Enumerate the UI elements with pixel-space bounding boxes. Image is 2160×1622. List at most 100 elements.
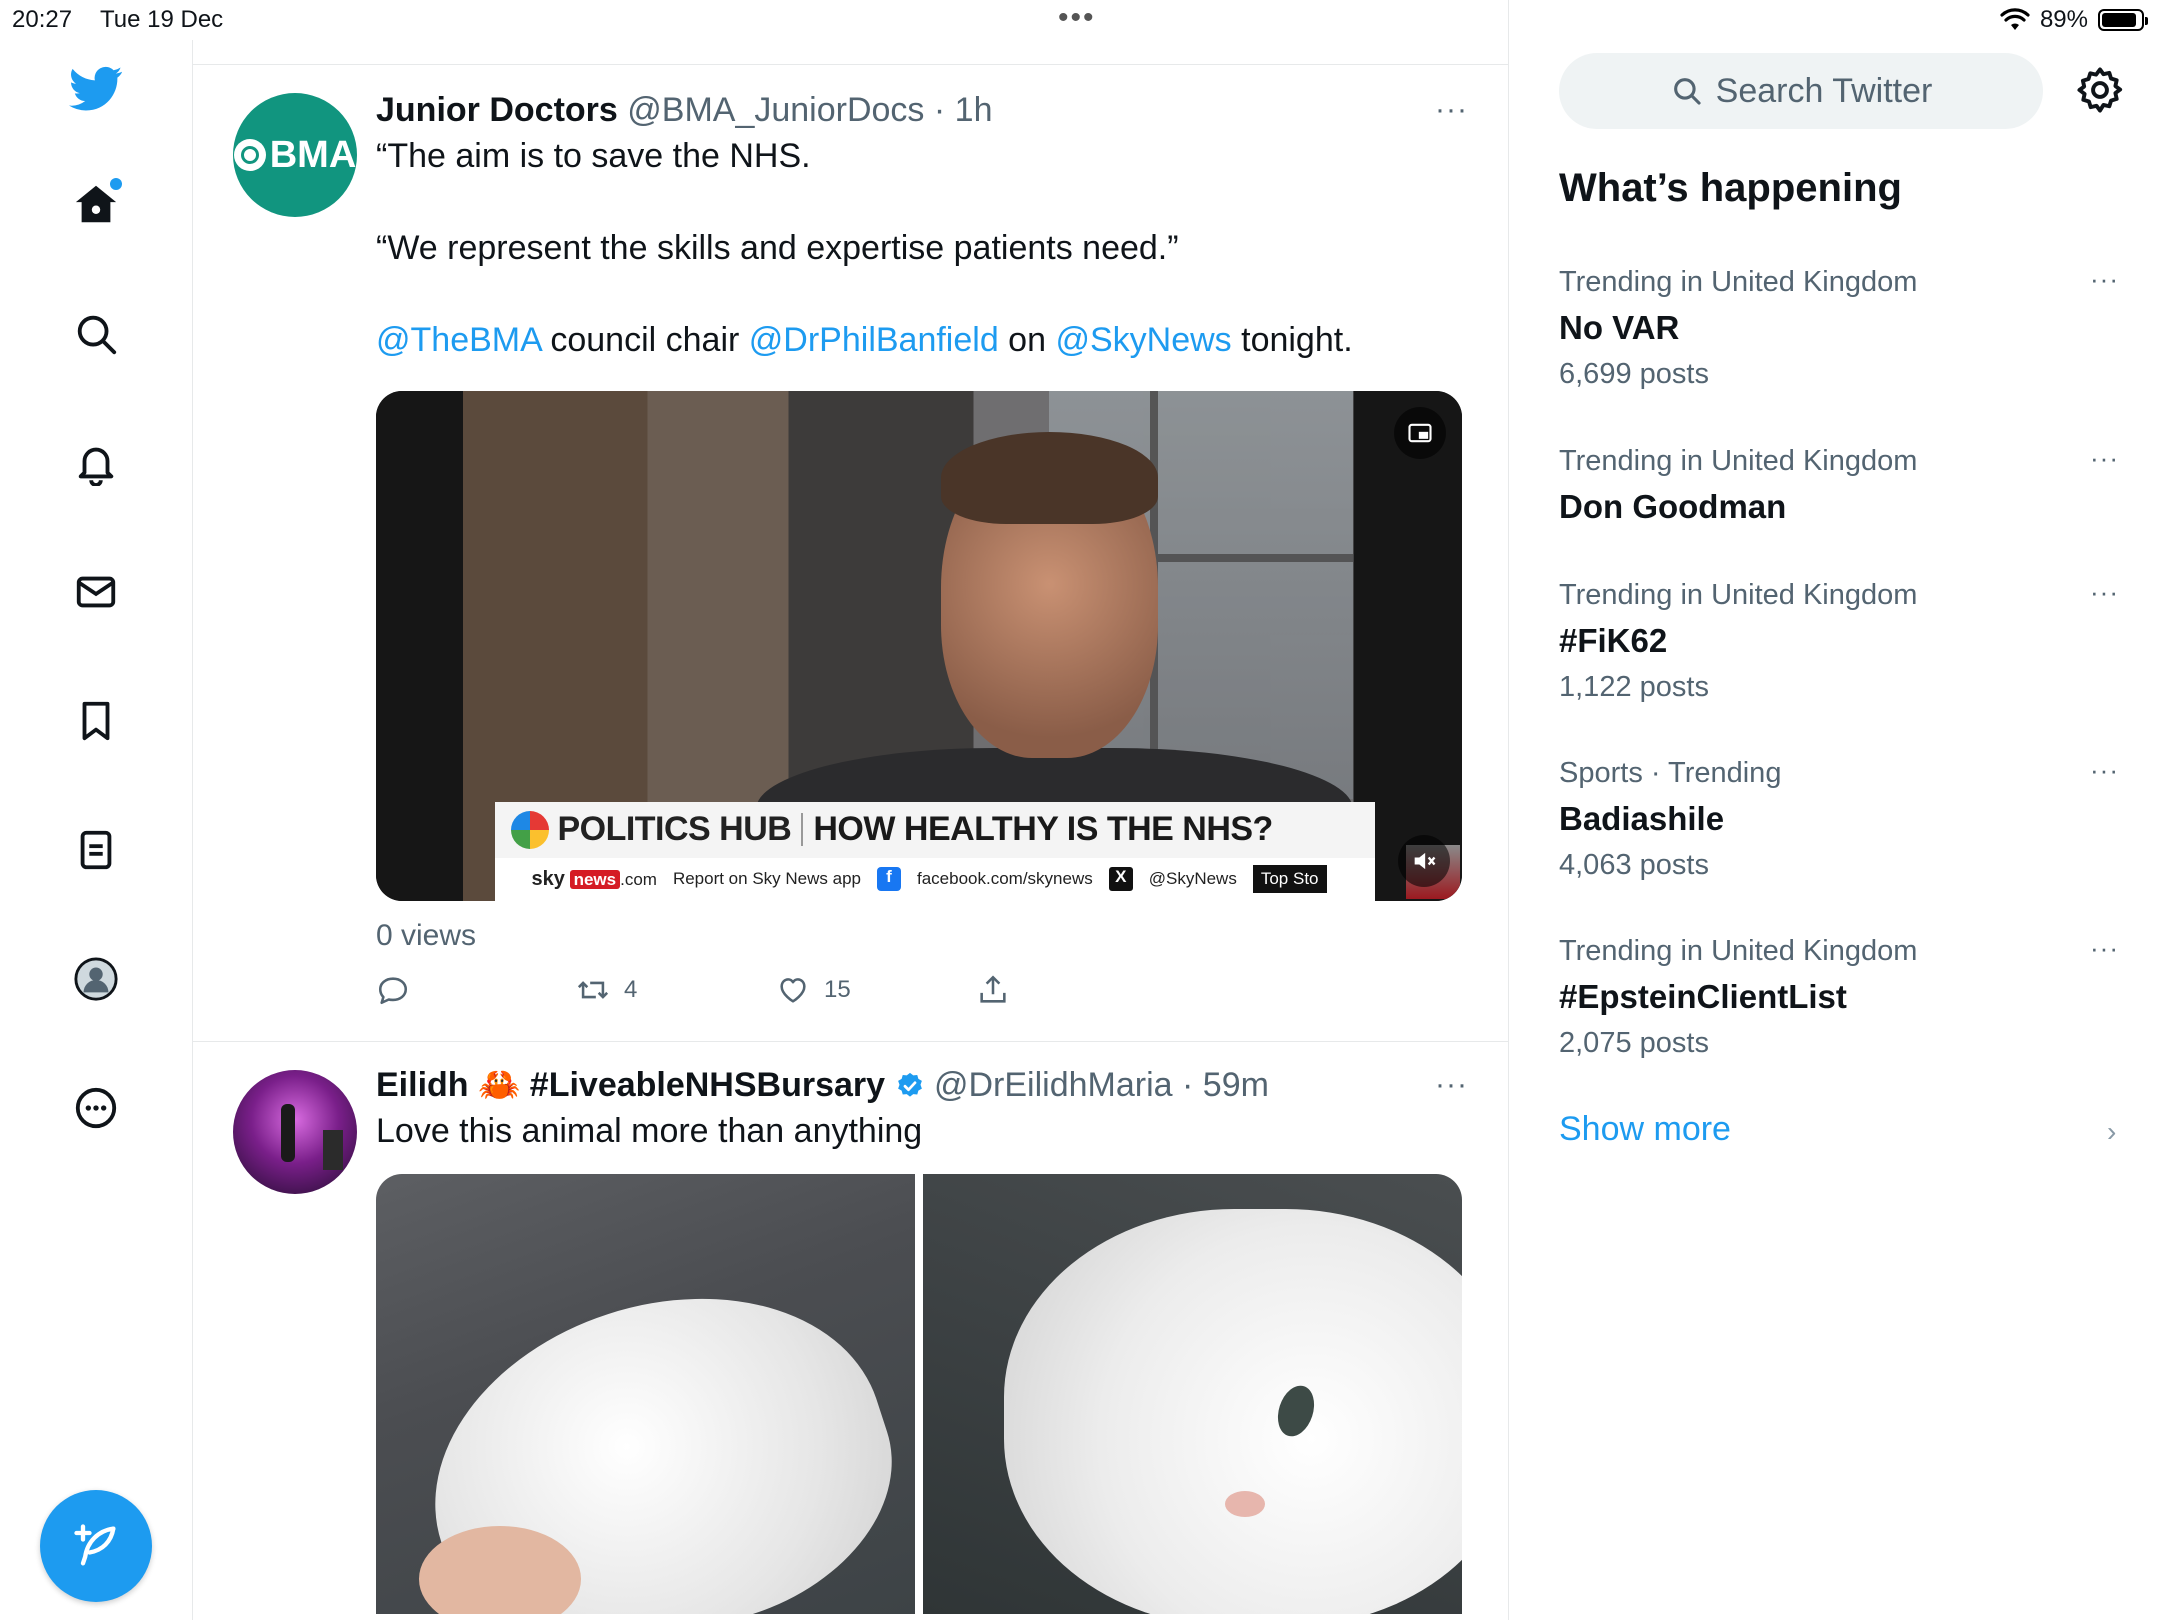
mention-link[interactable]: @DrPhilBanfield <box>749 321 999 359</box>
tweet[interactable]: BMA Junior Doctors @BMA_JuniorDocs · 1h … <box>193 65 1508 1042</box>
show-more-link[interactable]: Show more <box>1559 1110 1731 1149</box>
share-button[interactable] <box>976 973 1176 1007</box>
tweet-photo[interactable] <box>923 1174 1462 1614</box>
bma-seal-icon <box>233 139 266 171</box>
avatar[interactable]: BMA <box>233 93 357 217</box>
search-input[interactable]: Search Twitter <box>1559 53 2043 129</box>
mention-link[interactable]: @TheBMA <box>376 321 541 359</box>
nav-notifications[interactable] <box>60 427 132 499</box>
text-span: on <box>998 321 1056 359</box>
trend-more-button[interactable]: ··· <box>2090 443 2119 474</box>
nav-profile[interactable] <box>60 943 132 1015</box>
mention-link[interactable]: @SkyNews <box>1055 321 1231 359</box>
tweet-line: “We represent the skills and expertise p… <box>376 229 1179 267</box>
nav-lists[interactable] <box>60 814 132 886</box>
video-lower-third: POLITICS HUB HOW HEALTHY IS THE NHS? <box>495 801 1376 858</box>
meta-separator: · <box>933 91 946 129</box>
heart-icon <box>780 978 806 1003</box>
compose-tweet-button[interactable] <box>40 1490 152 1602</box>
avatar[interactable] <box>233 1070 357 1194</box>
trend-title: Don Goodman <box>1559 488 1787 525</box>
trend-item[interactable]: Trending in United Kingdom #EpsteinClien… <box>1559 933 2119 1061</box>
author-name[interactable]: Junior Doctors <box>376 91 618 129</box>
tweet-more-button[interactable]: ··· <box>1435 89 1468 131</box>
picture-in-picture-button[interactable] <box>1394 407 1446 459</box>
nav-home[interactable] <box>60 168 132 240</box>
ticker-x-text: @SkyNews <box>1148 869 1237 889</box>
trend-item[interactable]: Trending in United Kingdom Don Goodman ·… <box>1559 443 2119 529</box>
trend-title: #FiK62 <box>1559 622 1668 659</box>
author-name[interactable]: Eilidh 🦀 #LiveableNHSBursary <box>376 1066 885 1104</box>
retweet-button[interactable]: 4 <box>576 973 776 1007</box>
trend-item[interactable]: Trending in United Kingdom No VAR 6,699 … <box>1559 264 2119 392</box>
view-count: 0 views <box>376 919 477 952</box>
text-span: council chair <box>540 321 749 359</box>
mute-button[interactable] <box>1398 835 1450 887</box>
whats-happening-heading: What’s happening <box>1559 166 1902 210</box>
text-span: tonight. <box>1231 321 1353 359</box>
video-person-hair <box>940 431 1158 524</box>
ticker-app-text: Report on Sky News app <box>672 869 861 889</box>
tweet-photo[interactable] <box>376 1174 915 1614</box>
gear-icon <box>2077 67 2123 113</box>
right-sidebar: Search Twitter What’s happening Trending… <box>1509 0 2160 1620</box>
profile-avatar-icon <box>74 957 118 1001</box>
twitter-logo-icon[interactable] <box>60 52 132 124</box>
search-placeholder: Search Twitter <box>1715 71 1933 110</box>
sky-news-logo: sky news .com <box>531 868 656 891</box>
photo-cat-nose <box>1224 1490 1265 1517</box>
reply-icon <box>378 977 408 1005</box>
chevron-right-icon: › <box>2107 1116 2117 1147</box>
timeline-header <box>193 0 1508 65</box>
tweet-text: Love this animal more than anything <box>376 1112 923 1150</box>
trend-item[interactable]: Trending in United Kingdom #FiK62 1,122 … <box>1559 577 2119 705</box>
sky-text: sky <box>531 867 565 890</box>
pip-icon <box>1408 423 1432 443</box>
tweet-header: Junior Doctors @BMA_JuniorDocs · 1h ··· <box>376 89 1468 131</box>
politics-hub-text: POLITICS HUB <box>557 810 792 849</box>
video-player[interactable]: POLITICS HUB HOW HEALTHY IS THE NHS? sky… <box>376 391 1462 901</box>
tweet-more-button[interactable]: ··· <box>1435 1064 1468 1106</box>
search-icon <box>1673 78 1701 105</box>
trend-more-button[interactable]: ··· <box>2090 264 2119 295</box>
nav-more[interactable] <box>60 1072 132 1144</box>
trend-item[interactable]: Sports · Trending Badiashile 4,063 posts… <box>1559 755 2119 883</box>
meta-separator: · <box>1182 1066 1194 1104</box>
retweet-icon <box>577 981 609 999</box>
reply-button[interactable] <box>376 973 576 1007</box>
photo-cat <box>1003 1209 1462 1614</box>
trend-post-count: 4,063 posts <box>1559 849 1709 881</box>
ticker-facebook-text: facebook.com/skynews <box>916 869 1093 889</box>
trend-post-count: 2,075 posts <box>1559 1027 1709 1059</box>
nav-messages[interactable] <box>60 556 132 628</box>
feather-plus-icon <box>74 1524 116 1566</box>
lists-icon <box>80 830 112 870</box>
author-handle[interactable]: @DrEilidhMaria <box>934 1066 1173 1104</box>
divider <box>801 812 804 847</box>
author-handle[interactable]: @BMA_JuniorDocs <box>627 91 924 129</box>
tweet-time[interactable]: 59m <box>1203 1066 1269 1104</box>
trend-context: Sports · Trending <box>1559 757 1782 789</box>
tweet-time[interactable]: 1h <box>955 91 993 129</box>
facebook-icon: f <box>876 867 901 892</box>
like-button[interactable]: 15 <box>776 973 976 1007</box>
trend-post-count: 6,699 posts <box>1559 358 1709 390</box>
nav-explore[interactable] <box>60 298 132 370</box>
tweet-body: Junior Doctors @BMA_JuniorDocs · 1h ··· … <box>376 89 1468 1007</box>
tweet-line: @TheBMA council chair @DrPhilBanfield on… <box>376 317 1468 363</box>
like-count: 15 <box>824 976 851 1003</box>
tweet[interactable]: Eilidh 🦀 #LiveableNHSBursary @DrEilidhMa… <box>193 1042 1508 1622</box>
avatar-logo-text: BMA <box>269 133 357 176</box>
status-time: 20:27 <box>12 6 73 33</box>
nav-bookmarks[interactable] <box>60 685 132 757</box>
timeline[interactable]: BMA Junior Doctors @BMA_JuniorDocs · 1h … <box>193 0 1509 1620</box>
trend-more-button[interactable]: ··· <box>2090 577 2119 608</box>
tweet-line: “The aim is to save the NHS. <box>376 137 811 175</box>
trend-more-button[interactable]: ··· <box>2090 933 2119 964</box>
settings-button[interactable] <box>2074 64 2126 116</box>
trend-more-button[interactable]: ··· <box>2090 755 2119 786</box>
politics-hub-label: POLITICS HUB <box>495 810 792 849</box>
com-text: .com <box>620 869 657 889</box>
trend-title: No VAR <box>1559 309 1680 346</box>
video-ticker: sky news .com Report on Sky News app f fa… <box>495 857 1376 901</box>
